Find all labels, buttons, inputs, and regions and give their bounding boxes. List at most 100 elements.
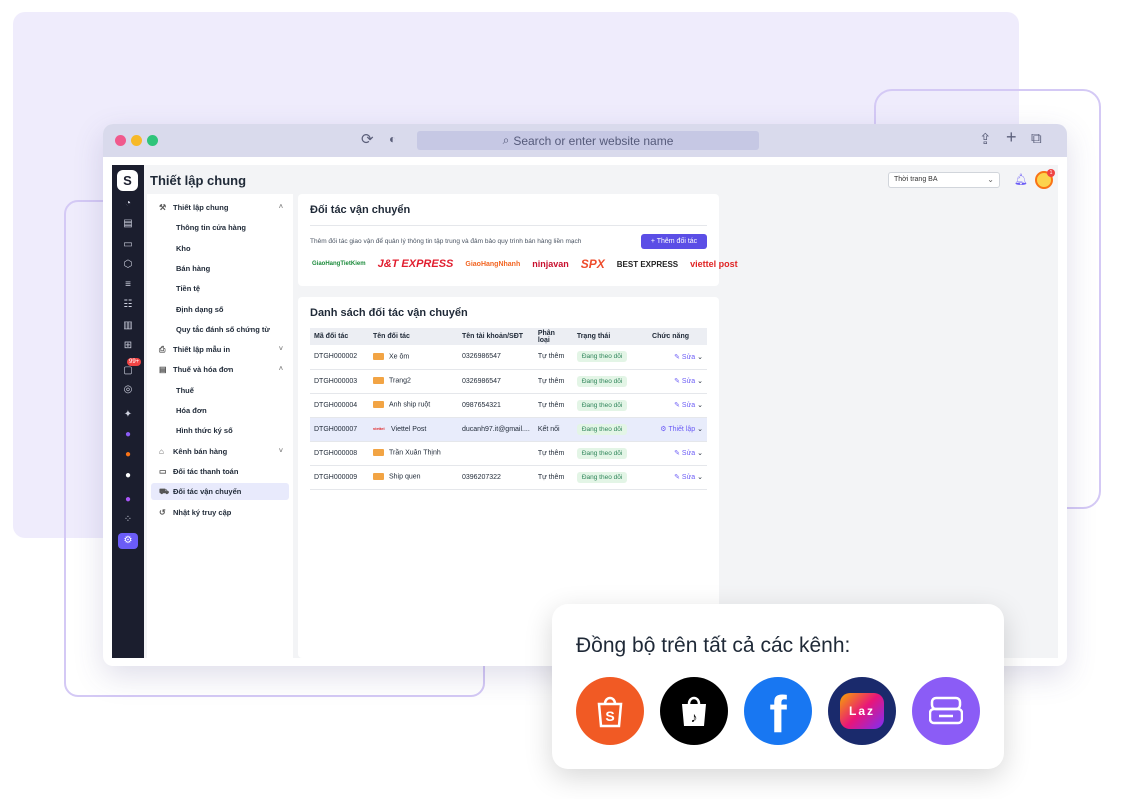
shopee-icon[interactable]: S xyxy=(576,677,644,745)
parcel-icon xyxy=(373,401,384,409)
jt-express-logo[interactable]: J&T EXPRESS xyxy=(378,258,454,270)
column-header: Tên tài khoản/SĐT xyxy=(458,328,534,345)
sparkle-icon[interactable]: ✦ xyxy=(118,407,138,423)
browser-titlebar: ⟳ ◐ ⌕ Search or enter website name ⇪ + ⧉ xyxy=(103,124,1067,157)
menu-item-access-log[interactable]: ↺ Nhật ký truy cập xyxy=(151,504,289,521)
menu-item-digital-signature[interactable]: Hình thức ký số xyxy=(151,422,289,439)
partner-name-cell: Xe ôm xyxy=(369,345,458,370)
column-header: Mã đối tác xyxy=(310,328,369,345)
menu-item-doc-numbering[interactable]: Quy tắc đánh số chứng từ xyxy=(151,321,289,338)
table-row[interactable]: DTGH000003 Trang2 0326986547 Tự thêm Đan… xyxy=(310,369,707,394)
menu-group-print[interactable]: ⎙ Thiết lập mẫu in ˅ xyxy=(151,341,289,358)
partner-code: DTGH000008 xyxy=(310,441,369,466)
menu-item-invoice[interactable]: Hóa đơn xyxy=(151,402,289,419)
gift-icon[interactable]: ⊞ xyxy=(118,338,138,354)
chevron-down-icon[interactable]: ⌄ xyxy=(697,402,703,409)
edit-button[interactable]: ✎ Sửa xyxy=(674,474,695,481)
ninjavan-logo[interactable]: ninjavan xyxy=(532,259,569,269)
box-icon[interactable]: ⬡ xyxy=(118,257,138,273)
status-badge: Đang theo dõi xyxy=(576,447,628,459)
edit-button[interactable]: ✎ Sửa xyxy=(674,402,695,409)
tiktok-shop-icon[interactable]: ♪ xyxy=(660,677,728,745)
viettel-post-logo[interactable]: viettel post xyxy=(690,259,738,269)
partner-account: 0326986547 xyxy=(458,345,534,370)
lazada-icon[interactable]: Laz xyxy=(828,677,896,745)
menu-item-label: Đối tác vận chuyển xyxy=(173,487,242,496)
menu-item-payment-partners[interactable]: ▭ Đối tác thanh toán xyxy=(151,463,289,480)
chevron-down-icon[interactable]: ⌄ xyxy=(697,474,703,481)
edit-button[interactable]: ✎ Sửa xyxy=(674,354,695,361)
partner-name: Trần Xuân Thịnh xyxy=(389,449,441,457)
spx-logo[interactable]: SPX xyxy=(581,257,605,271)
table-row[interactable]: DTGH000004 Anh ship ruột 0987654321 Tự t… xyxy=(310,393,707,418)
menu-item-store-info[interactable]: Thông tin cửa hàng xyxy=(151,219,289,236)
share-icon[interactable]: ⇪ xyxy=(979,130,992,148)
game-icon[interactable]: ● xyxy=(118,492,138,508)
menu-item-shipping-partners[interactable]: ⛟ Đối tác vận chuyển xyxy=(151,483,289,500)
facebook-icon[interactable]: f xyxy=(744,677,812,745)
edit-button[interactable]: ✎ Sửa xyxy=(674,450,695,457)
avatar[interactable]: 1 xyxy=(1035,169,1055,189)
chevron-down-icon: ⌄ xyxy=(987,175,994,184)
chevron-down-icon[interactable]: ⌄ xyxy=(697,450,703,457)
maximize-window-button[interactable] xyxy=(147,135,158,146)
edit-button[interactable]: ✎ Sửa xyxy=(674,378,695,385)
document-icon[interactable]: ▭ xyxy=(118,237,138,253)
menu-group-sales-channels[interactable]: ⌂ Kênh bán hàng ˅ xyxy=(151,443,289,460)
chevron-down-icon[interactable]: ⌄ xyxy=(697,354,703,361)
menu-group-label: Kênh bán hàng xyxy=(173,447,228,456)
partner-account: 0326986547 xyxy=(458,369,534,394)
chevron-down-icon[interactable]: ⌄ xyxy=(697,378,703,385)
apps-icon[interactable]: ⁘ xyxy=(118,512,138,528)
new-tab-icon[interactable]: + xyxy=(1006,127,1017,148)
partner-code: DTGH000002 xyxy=(310,345,369,370)
report-icon[interactable]: ▥ xyxy=(118,318,138,334)
table-row[interactable]: DTGH000002 Xe ôm 0326986547 Tự thêm Đang… xyxy=(310,345,707,370)
table-row[interactable]: DTGH000009 Ship quen 0396207322 Tự thêm … xyxy=(310,465,707,490)
pos-icon[interactable]: ▤ xyxy=(118,216,138,232)
address-bar[interactable]: ⌕ Search or enter website name xyxy=(417,131,759,150)
ghtk-logo[interactable]: GiaoHangTietKiem xyxy=(312,261,366,267)
menu-item-number-format[interactable]: Định dạng số xyxy=(151,301,289,318)
partner-status-cell: Đang theo dõi xyxy=(572,345,637,370)
store-select[interactable]: Thời trang BA ⌄ xyxy=(888,172,1000,188)
chevron-down-icon[interactable]: ⌄ xyxy=(697,426,703,433)
shopee-icon[interactable]: ● xyxy=(118,447,138,463)
ghn-logo[interactable]: GiaoHangNhanh xyxy=(465,261,520,268)
reload-icon[interactable]: ⟳ xyxy=(361,130,374,148)
setup-button[interactable]: ⚙ Thiết lập xyxy=(660,426,695,433)
app-logo[interactable]: S xyxy=(117,170,138,191)
shield-icon[interactable]: ◐ xyxy=(389,132,396,146)
pencil-icon: ✎ xyxy=(674,474,680,481)
menu-item-tax[interactable]: Thuế xyxy=(151,382,289,399)
table-row[interactable]: DTGH000007 viettel Viettel Post ducanh97.… xyxy=(310,417,707,442)
bell-icon[interactable]: 🔔︎ xyxy=(1014,173,1028,186)
partner-status-cell: Đang theo dõi xyxy=(572,441,637,466)
chevron-down-icon: ˅ xyxy=(278,346,283,353)
dashboard-icon[interactable]: ◔ xyxy=(118,196,138,212)
menu-group-general[interactable]: ⚒ Thiết lập chung ˄ xyxy=(151,199,289,216)
minimize-window-button[interactable] xyxy=(131,135,142,146)
tabs-overview-icon[interactable]: ⧉ xyxy=(1031,130,1042,147)
search-icon: ⌕ xyxy=(502,133,510,147)
divider xyxy=(310,225,707,226)
invoice-icon: ▤ xyxy=(159,365,167,374)
store-icon: ⌂ xyxy=(159,447,164,456)
menu-item-sales[interactable]: Bán hàng xyxy=(151,260,289,277)
checklist-icon[interactable]: ☷ xyxy=(118,297,138,313)
svg-text:♪: ♪ xyxy=(691,709,698,725)
menu-group-tax[interactable]: ▤ Thuế và hóa đơn ˄ xyxy=(151,361,289,378)
list-icon[interactable]: ≡ xyxy=(118,277,138,293)
table-row[interactable]: DTGH000008 Trần Xuân Thịnh Tự thêm Đang … xyxy=(310,441,707,466)
tiktok-icon[interactable]: ● xyxy=(118,468,138,484)
settings-icon[interactable]: ⚙ xyxy=(118,533,138,549)
best-express-logo[interactable]: BEST EXPRESS xyxy=(617,260,678,269)
pos-icon[interactable] xyxy=(912,677,980,745)
broadcast-icon[interactable]: ◎ xyxy=(118,382,138,398)
menu-item-warehouse[interactable]: Kho xyxy=(151,240,289,257)
channel-icon[interactable]: ● xyxy=(118,427,138,443)
menu-item-currency[interactable]: Tiền tệ xyxy=(151,280,289,297)
add-partner-button[interactable]: + Thêm đối tác xyxy=(641,234,707,249)
partner-type: Tự thêm xyxy=(533,441,573,466)
close-window-button[interactable] xyxy=(115,135,126,146)
